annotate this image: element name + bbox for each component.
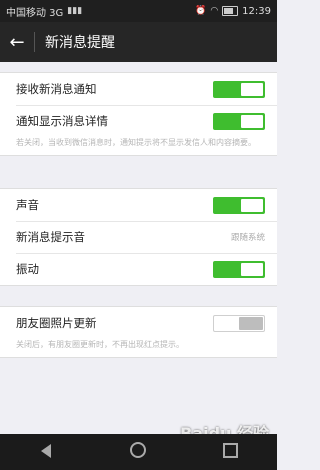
ringtone-value: 跟随系统	[230, 233, 265, 243]
sound-group: 声音 新消息提示音 跟随系统 振动	[0, 188, 277, 286]
sound-label: 声音	[16, 198, 39, 212]
toggle-knob	[241, 262, 263, 276]
wifi-icon: ◠	[210, 6, 219, 16]
receive-notification-toggle[interactable]	[213, 80, 265, 98]
system-back-button[interactable]	[26, 443, 66, 462]
show-details-row[interactable]: 通知显示消息详情	[0, 105, 277, 137]
show-details-note: 若关闭，当收到微信消息时，通知提示将不显示发信人和内容摘要。	[16, 138, 256, 147]
title-bar: ← 新消息提醒	[0, 22, 277, 62]
circle-home-icon	[130, 442, 147, 458]
title-divider	[34, 32, 35, 52]
moments-label: 朋友圈照片更新	[16, 316, 97, 330]
show-details-label: 通知显示消息详情	[16, 114, 108, 128]
square-recent-icon	[223, 442, 239, 458]
receive-notification-row[interactable]: 接收新消息通知	[0, 73, 277, 105]
status-left: 中国移动 3G ▮▮▮	[6, 4, 82, 19]
system-home-button[interactable]	[118, 442, 158, 462]
page-title: 新消息提醒	[45, 35, 115, 51]
toggle-knob	[241, 114, 263, 128]
toggle-knob	[241, 198, 263, 212]
back-arrow-icon[interactable]: ←	[0, 22, 34, 62]
ringtone-label: 新消息提示音	[16, 230, 85, 244]
receive-notification-label: 接收新消息通知	[16, 82, 97, 96]
signal-icon: ▮▮▮	[67, 6, 83, 16]
sound-toggle[interactable]	[213, 196, 265, 214]
moments-row[interactable]: 朋友圈照片更新	[0, 307, 277, 339]
vibrate-toggle[interactable]	[213, 260, 265, 278]
notification-group: 接收新消息通知 通知显示消息详情 若关闭，当收到微信消息时，通知提示将不显示发信…	[0, 72, 277, 156]
status-right: ⏰ ◠ 12:39	[195, 6, 271, 17]
status-bar: 中国移动 3G ▮▮▮ ⏰ ◠ 12:39	[0, 0, 277, 22]
show-details-toggle[interactable]	[213, 112, 265, 130]
moments-toggle[interactable]	[213, 314, 265, 332]
battery-icon	[222, 6, 239, 16]
sound-row[interactable]: 声音	[0, 189, 277, 221]
moments-group: 朋友圈照片更新 关闭后，有朋友圈更新时，不再出现红点提示。	[0, 306, 277, 358]
system-recent-button[interactable]	[211, 442, 251, 462]
vibrate-row[interactable]: 振动	[0, 253, 277, 285]
vibrate-label: 振动	[16, 262, 39, 276]
status-time: 12:39	[242, 5, 271, 17]
triangle-back-icon	[41, 443, 52, 458]
alarm-icon: ⏰	[195, 6, 207, 16]
toggle-knob	[239, 316, 263, 330]
ringtone-row[interactable]: 新消息提示音 跟随系统	[0, 221, 277, 253]
carrier-text: 中国移动 3G	[6, 7, 64, 19]
toggle-knob	[241, 82, 263, 96]
moments-note: 关闭后，有朋友圈更新时，不再出现红点提示。	[16, 340, 184, 349]
system-nav-bar	[0, 434, 277, 470]
